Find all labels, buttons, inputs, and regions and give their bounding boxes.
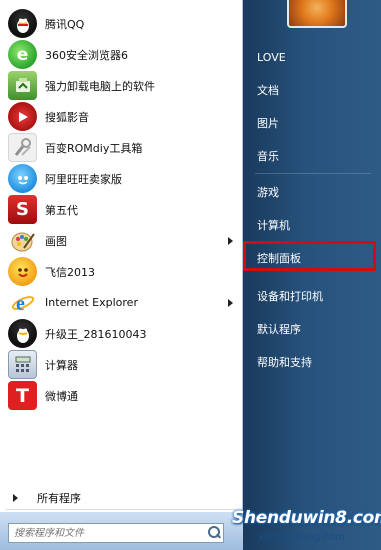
program-item-romdiy[interactable]: 百变ROMdiy工具箱 [0,132,242,163]
internet-explorer-icon: e [8,288,37,317]
program-label: 搜狐影音 [45,110,89,124]
places-item-pictures[interactable]: 图片 [245,111,375,135]
places-item-music[interactable]: 音乐 [245,144,375,168]
paint-icon [8,226,37,255]
start-menu-programs-panel: 腾讯QQ e 360安全浏览器6 强力卸载电脑上的软件 搜狐影音 百变ROMdi… [0,0,243,550]
program-item-uninstaller[interactable]: 强力卸载电脑上的软件 [0,70,242,101]
fifth-gen-icon: S [8,195,37,224]
program-item-sohu-video[interactable]: 搜狐影音 [0,101,242,132]
program-item-qq[interactable]: 腾讯QQ [0,8,242,39]
places-item-computer[interactable]: 计算机 [245,213,375,237]
places-label: 设备和打印机 [257,290,323,303]
weibotong-icon: T [8,381,37,410]
places-item-help-support[interactable]: 帮助和支持 [245,350,375,374]
program-label: 飞信2013 [45,265,95,279]
places-label: 帮助和支持 [257,356,312,369]
program-label: 强力卸载电脑上的软件 [45,79,155,93]
submenu-arrow-icon[interactable] [228,298,233,307]
program-item-upgrade-king[interactable]: 升级王_281610043 [0,318,242,349]
places-label: 图片 [257,117,279,130]
program-item-aliwangwang[interactable]: 阿里旺旺卖家版 [0,163,242,194]
program-label: 阿里旺旺卖家版 [45,172,122,186]
places-item-devices-printers[interactable]: 设备和打印机 [245,284,375,308]
places-divider [255,173,371,174]
program-label: 360安全浏览器6 [45,48,128,62]
places-item-documents[interactable]: 文档 [245,78,375,102]
program-label: 画图 [45,234,67,248]
360-browser-icon: e [8,40,37,69]
all-programs-label: 所有程序 [37,492,81,505]
qq-penguin-icon [8,9,37,38]
arrow-right-icon [13,494,18,502]
places-item-love[interactable]: LOVE [245,45,375,69]
program-label: 腾讯QQ [45,17,85,31]
program-item-paint[interactable]: 画图 [0,225,242,256]
program-label: Internet Explorer [45,296,138,309]
program-label: 第五代 [45,203,78,217]
submenu-arrow-icon[interactable] [228,236,233,245]
places-label: LOVE [257,50,286,64]
places-label: 计算机 [257,219,290,232]
search-box[interactable] [8,523,224,543]
places-label: 音乐 [257,150,279,163]
all-programs-button[interactable]: 所有程序 [0,486,242,510]
fetion-icon [8,257,37,286]
places-item-default-programs[interactable]: 默认程序 [245,317,375,341]
program-item-weibotong[interactable]: T 微博通 [0,380,242,411]
program-label: 百变ROMdiy工具箱 [45,141,143,155]
program-item-calculator[interactable]: 计算器 [0,349,242,380]
user-avatar[interactable] [287,0,347,28]
program-label: 升级王_281610043 [45,327,147,341]
search-input[interactable] [9,526,205,540]
search-icon[interactable] [205,524,223,542]
places-label: 默认程序 [257,323,301,336]
uninstaller-icon [8,71,37,100]
svg-text:e: e [16,293,25,315]
program-label: 计算器 [45,358,78,372]
places-label: 游戏 [257,186,279,199]
aliwangwang-icon [8,164,37,193]
program-label: 微博通 [45,389,78,403]
calculator-icon [8,350,37,379]
romdiy-toolbox-icon [8,133,37,162]
control-panel-highlight-box [243,241,376,271]
program-item-360-browser[interactable]: e 360安全浏览器6 [0,39,242,70]
program-item-fetion[interactable]: 飞信2013 [0,256,242,287]
sohu-video-icon [8,102,37,131]
search-bar [0,512,243,550]
upgrade-king-icon [8,319,37,348]
start-menu-places-panel: LOVE 文档 图片 音乐 游戏 计算机 控制面板 设备和打印机 默认程序 帮助… [243,0,381,550]
places-item-games[interactable]: 游戏 [245,180,375,204]
program-list: 腾讯QQ e 360安全浏览器6 强力卸载电脑上的软件 搜狐影音 百变ROMdi… [0,8,242,411]
program-item-internet-explorer[interactable]: e Internet Explorer [0,287,242,318]
places-label: 文档 [257,84,279,97]
program-item-fifth-gen[interactable]: S 第五代 [0,194,242,225]
